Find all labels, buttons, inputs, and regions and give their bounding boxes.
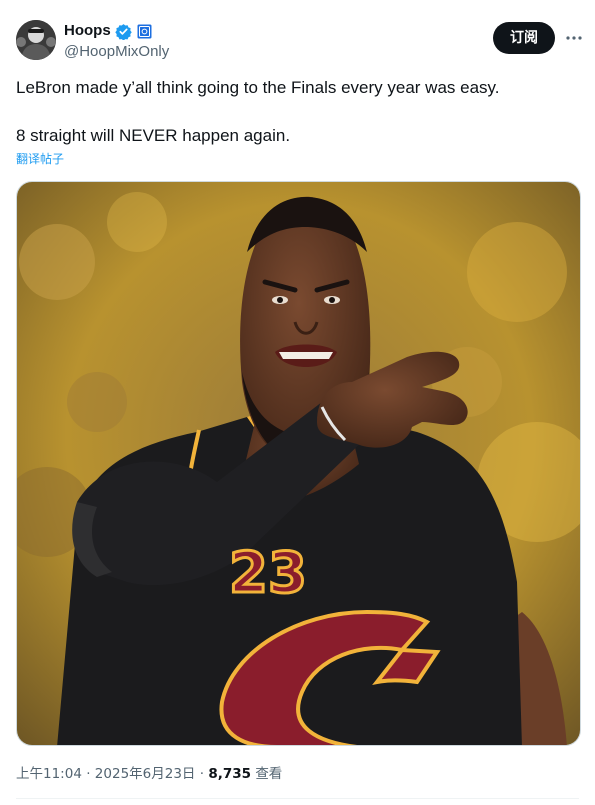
author-name-row: Hoops: [64, 21, 153, 41]
jersey-number: 23: [229, 541, 307, 606]
views-label: 查看: [255, 766, 283, 782]
author-display-name[interactable]: Hoops: [64, 21, 111, 41]
meta-separator: ·: [199, 766, 205, 782]
verified-badge-icon: [114, 23, 132, 40]
tweet-text-line-2: 8 straight will NEVER happen again.: [16, 126, 291, 145]
more-horizontal-icon: [566, 36, 582, 40]
translate-post-link[interactable]: 翻译帖子: [16, 151, 64, 167]
divider: [16, 798, 579, 799]
tweet-date[interactable]: 2025年6月23日: [95, 766, 196, 782]
views-count: 8,735: [208, 766, 252, 782]
tweet-text-line-1: LeBron made y’all think going to the Fin…: [16, 78, 500, 97]
affiliate-badge-icon: [136, 23, 153, 40]
subscribe-button[interactable]: 订阅: [493, 22, 555, 54]
meta-separator: ·: [86, 766, 91, 782]
tweet-header: Hoops @HoopMixOnly 订阅: [16, 18, 582, 62]
tweet-time[interactable]: 上午11:04: [16, 766, 82, 782]
author-handle[interactable]: @HoopMixOnly: [64, 42, 169, 62]
tweet-media-image[interactable]: 23: [16, 181, 581, 746]
tweet-metadata: 上午11:04 · 2025年6月23日 · 8,735 查看: [16, 764, 282, 784]
more-options-button[interactable]: [562, 26, 586, 50]
tweet-text: LeBron made y’all think going to the Fin…: [16, 76, 576, 148]
author-avatar[interactable]: [16, 20, 56, 60]
player-photo: 23: [17, 182, 580, 745]
